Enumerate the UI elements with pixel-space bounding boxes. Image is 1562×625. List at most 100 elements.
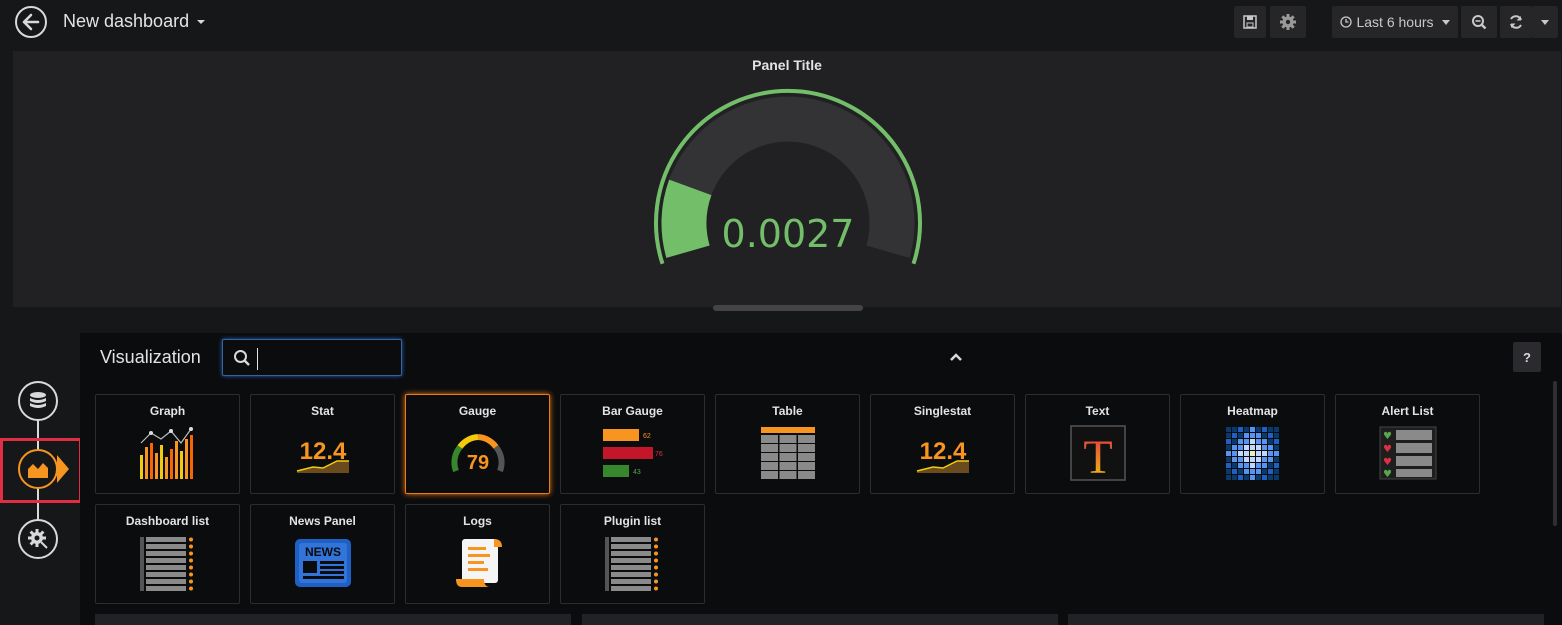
vis-tile-singlestat[interactable]: Singlestat 12.4 bbox=[870, 394, 1015, 494]
heatmap-cell bbox=[1262, 457, 1267, 462]
heatmap-cell bbox=[1256, 469, 1261, 474]
heatmap-cell bbox=[1262, 427, 1267, 432]
heatmap-cell bbox=[1226, 445, 1231, 450]
heatmap-cell bbox=[1250, 451, 1255, 456]
visualization-search-box[interactable] bbox=[222, 339, 402, 376]
tile-label: Text bbox=[1085, 404, 1110, 418]
heatmap-cell bbox=[1256, 439, 1261, 444]
dashboard-title[interactable]: New dashboard bbox=[63, 11, 206, 32]
heatmap-cell bbox=[1262, 445, 1267, 450]
heatmap-cell bbox=[1244, 433, 1249, 438]
stat-icon: 12.4 bbox=[296, 438, 349, 473]
heatmap-cell bbox=[1268, 427, 1273, 432]
text-sample: T bbox=[1083, 431, 1112, 481]
heatmap-cell bbox=[1232, 463, 1237, 468]
heatmap-cell bbox=[1262, 475, 1267, 480]
options-section-field[interactable] bbox=[582, 614, 1058, 625]
logs-icon bbox=[456, 539, 502, 587]
heatmap-cell bbox=[1238, 469, 1243, 474]
heatmap-cell bbox=[1238, 445, 1243, 450]
heatmap-cell bbox=[1262, 439, 1267, 444]
heatmap-cell bbox=[1250, 439, 1255, 444]
heatmap-cell bbox=[1268, 439, 1273, 444]
vis-tile-text[interactable]: Text T bbox=[1025, 394, 1170, 494]
visualization-search-input[interactable] bbox=[257, 348, 392, 370]
heatmap-cell bbox=[1250, 457, 1255, 462]
heatmap-cell bbox=[1268, 475, 1273, 480]
vis-tile-logs[interactable]: Logs bbox=[405, 504, 550, 604]
tile-label: Logs bbox=[463, 514, 492, 528]
chevron-up-icon bbox=[950, 353, 962, 361]
gauge-value-arc bbox=[661, 179, 712, 258]
heatmap-cell bbox=[1274, 451, 1279, 456]
heatmap-cell bbox=[1226, 427, 1231, 432]
heatmap-cell bbox=[1232, 427, 1237, 432]
save-dashboard-button[interactable] bbox=[1234, 6, 1266, 38]
tile-label: Stat bbox=[311, 404, 334, 418]
vis-tile-alert-list[interactable]: Alert List ♥ ♥ ♥ ♥ bbox=[1335, 394, 1480, 494]
heatmap-cell bbox=[1244, 457, 1249, 462]
dashboard-list-icon bbox=[140, 537, 193, 591]
time-range-label: Last 6 hours bbox=[1356, 14, 1434, 30]
alert-list-icon: ♥♥ ♥♥ bbox=[1379, 426, 1437, 480]
dashboard-title-label: New dashboard bbox=[63, 11, 190, 31]
heatmap-cell bbox=[1268, 451, 1273, 456]
vis-tile-heatmap[interactable]: Heatmap bbox=[1180, 394, 1325, 494]
vis-tile-graph[interactable]: Graph bbox=[95, 394, 240, 494]
heatmap-cell bbox=[1238, 433, 1243, 438]
vis-tile-news-panel[interactable]: News Panel NEWS bbox=[250, 504, 395, 604]
heatmap-cell bbox=[1250, 469, 1255, 474]
options-section-display[interactable] bbox=[95, 614, 571, 625]
heatmap-cell bbox=[1226, 439, 1231, 444]
heatmap-cell bbox=[1256, 433, 1261, 438]
heatmap-cell bbox=[1238, 475, 1243, 480]
dashboard-settings-button[interactable] bbox=[1270, 6, 1306, 38]
vis-tile-dashboard-list[interactable]: Dashboard list bbox=[95, 504, 240, 604]
back-button[interactable] bbox=[15, 6, 47, 38]
svg-text:♥: ♥ bbox=[1383, 457, 1392, 468]
heatmap-cell bbox=[1226, 433, 1231, 438]
heatmap-cell bbox=[1262, 433, 1267, 438]
heatmap-cell bbox=[1244, 469, 1249, 474]
heatmap-cell bbox=[1226, 463, 1231, 468]
vis-tile-gauge[interactable]: Gauge 79 bbox=[405, 394, 550, 494]
heatmap-cell bbox=[1232, 433, 1237, 438]
time-picker-button[interactable]: Last 6 hours bbox=[1332, 6, 1458, 38]
general-settings-tab[interactable] bbox=[18, 519, 58, 559]
help-button[interactable]: ? bbox=[1513, 342, 1541, 372]
refresh-interval-dropdown[interactable] bbox=[1532, 6, 1558, 38]
panel[interactable]: Panel Title 0.0027 bbox=[13, 51, 1561, 307]
queries-tab[interactable] bbox=[18, 381, 58, 421]
refresh-button[interactable] bbox=[1500, 6, 1532, 38]
heatmap-cell bbox=[1238, 427, 1243, 432]
zoom-out-button[interactable] bbox=[1461, 6, 1497, 38]
options-section-thresholds[interactable] bbox=[1068, 614, 1544, 625]
heatmap-cell bbox=[1244, 427, 1249, 432]
singlestat-icon: 12.4 bbox=[916, 438, 969, 473]
caret-down-icon bbox=[197, 20, 206, 25]
vis-tile-plugin-list[interactable]: Plugin list bbox=[560, 504, 705, 604]
scrollbar[interactable] bbox=[1553, 381, 1557, 526]
heatmap-cell bbox=[1256, 445, 1261, 450]
collapse-button[interactable] bbox=[948, 350, 964, 368]
gauge-chart: 0.0027 bbox=[654, 88, 922, 265]
news-sample: NEWS bbox=[305, 545, 341, 559]
graph-icon bbox=[140, 427, 193, 479]
visualization-tab-highlight bbox=[0, 438, 82, 503]
heatmap-cell bbox=[1244, 451, 1249, 456]
top-bar: New dashboard Last 6 hours bbox=[0, 0, 1562, 46]
heatmap-cell bbox=[1268, 463, 1273, 468]
heatmap-cell bbox=[1238, 451, 1243, 456]
heatmap-cell bbox=[1244, 463, 1249, 468]
heatmap-cell bbox=[1238, 463, 1243, 468]
vis-tile-bar-gauge[interactable]: Bar Gauge 62 76 43 bbox=[560, 394, 705, 494]
panel-resize-handle[interactable] bbox=[713, 305, 863, 311]
heatmap-cell bbox=[1232, 475, 1237, 480]
heatmap-cell bbox=[1226, 475, 1231, 480]
vis-tile-stat[interactable]: Stat 12.4 bbox=[250, 394, 395, 494]
heatmap-cell bbox=[1274, 445, 1279, 450]
vis-tile-table[interactable]: Table bbox=[715, 394, 860, 494]
heatmap-cell bbox=[1274, 439, 1279, 444]
heatmap-cell bbox=[1226, 469, 1231, 474]
heatmap-cell bbox=[1232, 451, 1237, 456]
